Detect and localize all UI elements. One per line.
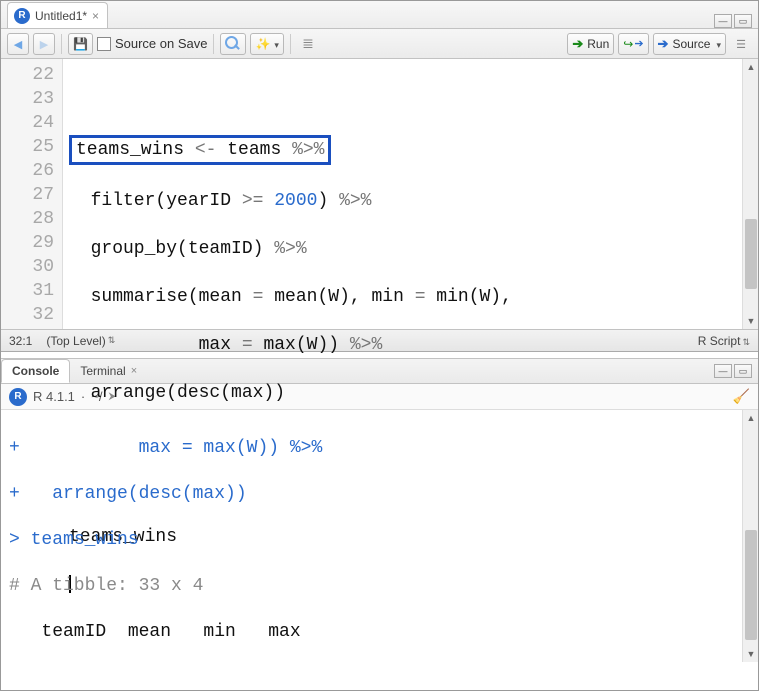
- forward-button[interactable]: [33, 33, 55, 55]
- rerun-icon: [623, 37, 643, 51]
- back-button[interactable]: [7, 33, 29, 55]
- scroll-up-icon[interactable]: ▲: [744, 411, 758, 425]
- console-line: + max = max(W)) %>%: [9, 437, 734, 460]
- code-line: [69, 87, 742, 111]
- line-number: 32: [1, 303, 54, 327]
- minimize-pane-button[interactable]: —: [714, 14, 732, 28]
- rerun-button[interactable]: [618, 33, 648, 55]
- pane-layout-button[interactable]: [730, 33, 752, 55]
- lang-updown-icon[interactable]: ⇅: [742, 337, 750, 347]
- scroll-down-icon[interactable]: ▼: [744, 647, 758, 661]
- line-number: 30: [1, 255, 54, 279]
- console-line: # A tibble: 33 x 4: [9, 575, 734, 598]
- line-number: 27: [1, 183, 54, 207]
- console-line: > teams_wins: [9, 529, 734, 552]
- scroll-thumb[interactable]: [745, 530, 757, 640]
- line-number: 24: [1, 111, 54, 135]
- run-button[interactable]: Run: [567, 33, 614, 55]
- source-arrow-icon: [658, 36, 669, 52]
- editor-toolbar: Source on Save Run Source: [1, 29, 758, 59]
- floppy-disk-icon: [73, 37, 88, 51]
- line-number: 31: [1, 279, 54, 303]
- chevron-right-icon: [40, 37, 48, 51]
- code-line: arrange(desc(max)): [69, 381, 742, 405]
- line-number: 22: [1, 63, 54, 87]
- console-line: teamID mean min max: [9, 621, 734, 644]
- code-line: teams_wins <- teams %>%: [69, 135, 742, 165]
- source-button[interactable]: Source: [653, 33, 726, 55]
- line-number: 26: [1, 159, 54, 183]
- tab-console-label: Console: [12, 364, 59, 378]
- close-tab-icon[interactable]: ×: [92, 9, 99, 23]
- source-code[interactable]: teams_wins <- teams %>% filter(yearID >=…: [63, 59, 742, 329]
- run-label: Run: [587, 37, 609, 51]
- code-tools-button[interactable]: [250, 33, 283, 55]
- line-number: 25: [1, 135, 54, 159]
- search-icon: [225, 36, 241, 52]
- r-file-icon: R: [14, 8, 30, 24]
- source-on-save-checkbox[interactable]: [97, 37, 111, 51]
- scroll-down-icon[interactable]: ▼: [744, 314, 758, 328]
- editor-window-controls: — ▭: [714, 14, 752, 28]
- line-number-gutter: 22 23 24 25 26 27 28 29 30 31 32: [1, 59, 63, 329]
- editor-vertical-scrollbar[interactable]: ▲ ▼: [742, 59, 758, 329]
- source-label: Source: [672, 37, 710, 51]
- toolbar-separator: [290, 34, 291, 54]
- toolbar-separator: [213, 34, 214, 54]
- console-line: + arrange(desc(max)): [9, 483, 734, 506]
- r-logo-icon: R: [9, 388, 27, 406]
- console-vertical-scrollbar[interactable]: ▲ ▼: [742, 410, 758, 662]
- line-number: 28: [1, 207, 54, 231]
- run-arrow-icon: [572, 36, 583, 52]
- save-button[interactable]: [68, 33, 93, 55]
- code-line: filter(yearID >= 2000) %>%: [69, 189, 742, 213]
- source-editor-pane: R Untitled1* × — ▭ Source on Save Run So…: [1, 1, 758, 352]
- chevron-down-icon: [274, 37, 279, 51]
- source-on-save-label: Source on Save: [115, 36, 208, 51]
- wand-icon: [255, 37, 270, 51]
- find-button[interactable]: [220, 33, 246, 55]
- cursor-position: 32:1: [9, 334, 32, 348]
- code-line: summarise(mean = mean(W), min = min(W),: [69, 285, 742, 309]
- console-output[interactable]: + max = max(W)) %>% + arrange(desc(max))…: [1, 410, 742, 662]
- maximize-pane-button[interactable]: ▭: [734, 14, 752, 28]
- code-line: group_by(teamID) %>%: [69, 237, 742, 261]
- pane-icon: [736, 37, 746, 51]
- code-line: max = max(W)) %>%: [69, 333, 742, 357]
- line-number: 23: [1, 87, 54, 111]
- outline-icon: [302, 35, 314, 52]
- editor-tab-untitled1[interactable]: R Untitled1* ×: [7, 2, 108, 28]
- chevron-left-icon: [14, 37, 22, 51]
- editor-body[interactable]: 22 23 24 25 26 27 28 29 30 31 32 teams_w…: [1, 59, 758, 329]
- tab-console[interactable]: Console: [1, 359, 70, 383]
- line-number: 29: [1, 231, 54, 255]
- editor-tabbar: R Untitled1* × — ▭: [1, 1, 758, 29]
- scroll-up-icon[interactable]: ▲: [744, 60, 758, 74]
- scroll-thumb[interactable]: [745, 219, 757, 289]
- chevron-down-icon: [716, 37, 721, 51]
- outline-button[interactable]: [297, 33, 319, 55]
- toolbar-separator: [61, 34, 62, 54]
- editor-tab-title: Untitled1*: [35, 9, 87, 23]
